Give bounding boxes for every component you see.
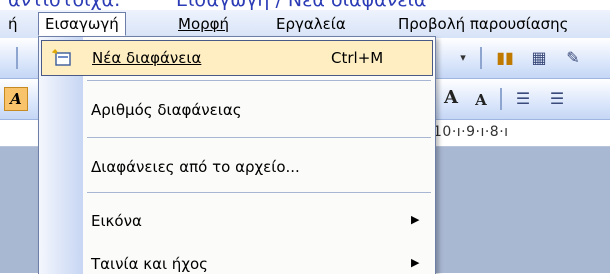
chart-icon[interactable]: ▮▮: [494, 47, 516, 69]
menu-item-movie-sound[interactable]: Ταινία και ήχος ▶: [41, 247, 433, 274]
menu-item-new-slide-shortcut: Ctrl+M: [331, 49, 384, 67]
menu-item-movie-sound-label: Ταινία και ήχος: [91, 255, 208, 273]
new-slide-icon: [52, 49, 71, 66]
dropdown-arrow-icon[interactable]: ▾: [452, 47, 474, 69]
menu-separator: [87, 137, 431, 138]
menu-edit-partial[interactable]: ή: [8, 15, 18, 33]
menu-item-new-slide-label: Νέα διαφάνεια: [92, 49, 202, 67]
menu-slideshow[interactable]: Προβολή παρουσίασης: [398, 15, 568, 33]
menu-insert[interactable]: Εισαγωγή: [38, 12, 126, 36]
drawing-icon[interactable]: ✎: [562, 47, 584, 69]
toolbar-separator: [480, 47, 482, 69]
menu-format[interactable]: Μορφή: [178, 15, 229, 33]
caption-right: Εισαγωγή / Νέα διαφάνεια: [176, 0, 426, 10]
caption-left: αντίστοιχα:: [8, 0, 120, 10]
menu-item-picture[interactable]: Εικόνα ▶: [41, 204, 433, 240]
menu-item-slides-from-file-label: Διαφάνειες από το αρχείο...: [91, 158, 300, 176]
menu-item-picture-label: Εικόνα: [91, 212, 142, 230]
toolbar-separator-2: [500, 88, 502, 110]
caption-strip: αντίστοιχα: Εισαγωγή / Νέα διαφάνεια: [0, 0, 610, 10]
decrease-indent-icon[interactable]: ☰: [512, 88, 534, 110]
decrease-font-icon[interactable]: A: [470, 89, 492, 111]
toolbar-grip[interactable]: [16, 47, 18, 69]
menu-tools[interactable]: Εργαλεία: [276, 15, 346, 33]
font-color-button[interactable]: A: [4, 87, 28, 111]
submenu-arrow-icon: ▶: [411, 256, 420, 269]
table-icon[interactable]: ▦: [528, 47, 550, 69]
menu-item-new-slide[interactable]: Νέα διαφάνεια Ctrl+M: [41, 40, 433, 76]
menu-separator: [87, 80, 431, 81]
menu-insert-label: Εισαγωγή: [45, 15, 119, 33]
insert-dropdown-menu: Νέα διαφάνεια Ctrl+M Αριθμός διαφάνειας …: [38, 36, 436, 274]
increase-font-icon[interactable]: A: [440, 87, 462, 109]
menu-format-label: Μορφή: [178, 15, 230, 33]
menu-item-slide-number-label: Αριθμός διαφάνειας: [91, 101, 242, 119]
menu-separator: [87, 192, 431, 193]
menu-bar: ή Εισαγωγή Μορφή Εργαλεία Προβολή παρουσ…: [0, 10, 610, 39]
menu-item-slide-number[interactable]: Αριθμός διαφάνειας: [41, 93, 433, 129]
ruler-ticks: 10·ı·9·ı·8·ı: [433, 124, 509, 140]
submenu-arrow-icon: ▶: [411, 213, 420, 226]
menu-item-slides-from-file[interactable]: Διαφάνειες από το αρχείο...: [41, 150, 433, 186]
increase-indent-icon[interactable]: ☰: [546, 88, 568, 110]
